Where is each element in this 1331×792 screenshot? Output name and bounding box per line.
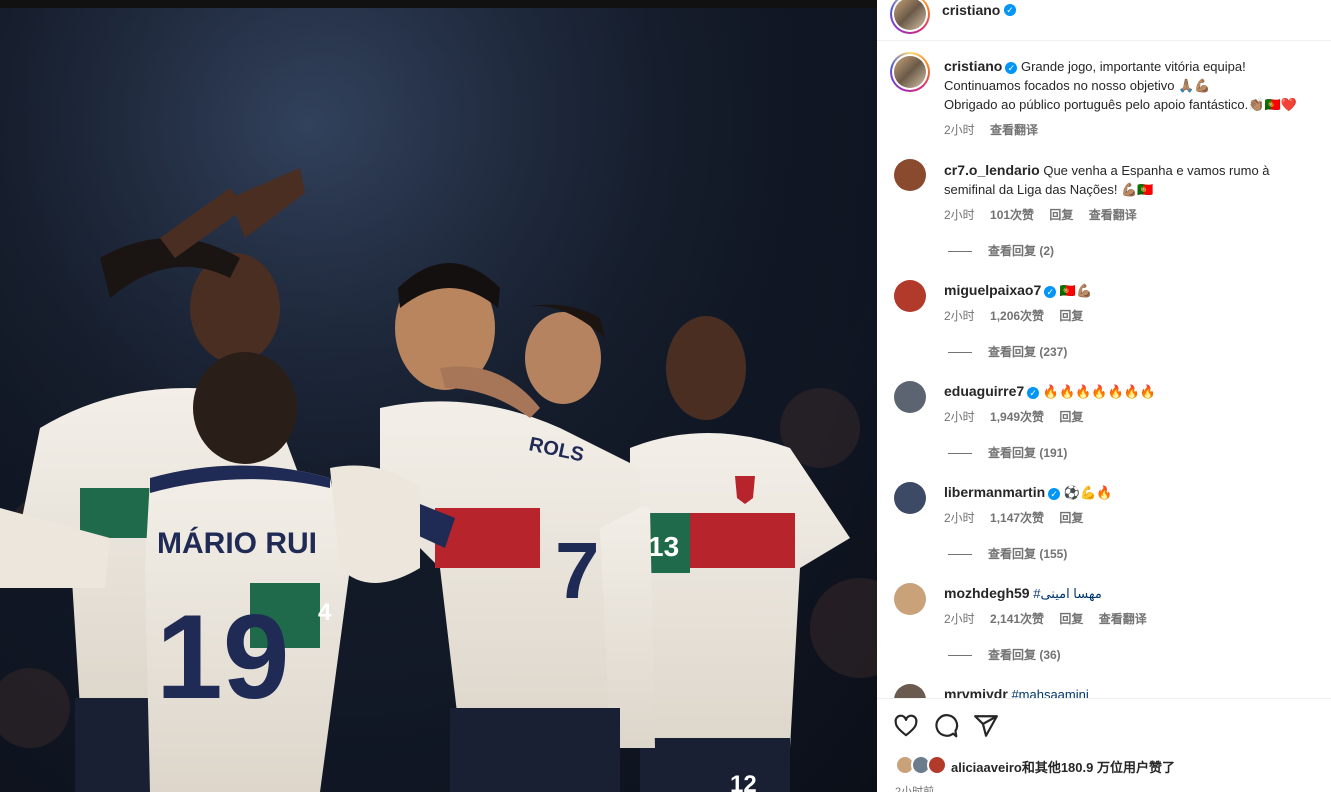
jersey-number-12: 12 [730,771,757,792]
comments-list[interactable]: cristiano ✓ Grande jogo, importante vitór… [877,41,1331,698]
post-photo[interactable]: 13 12 7 ROLS MÁRIO RUI 19 4 [0,8,877,792]
comment-username[interactable]: eduaguirre7 [944,383,1024,399]
comment-username[interactable]: cr7.o_lendario [944,162,1040,178]
post-detail-panel: cristiano ✓ cristiano ✓ Grande jogo, impo… [877,0,1331,792]
comment-text: Que venha a Espanha e vamos rumo à [1043,163,1270,178]
view-replies-button[interactable]: 查看回复 (237) [948,343,1067,360]
commenter-avatar[interactable] [894,159,926,191]
caption-translate-link[interactable]: 查看翻译 [990,123,1038,137]
caption-line-2: Continuamos focados no nosso objetivo 🙏🏽… [944,78,1211,93]
comment-likes[interactable]: 1,949次赞 [990,410,1044,424]
caption-avatar[interactable] [890,52,930,92]
commenter-avatar[interactable] [894,381,926,413]
comment-username[interactable]: mrvmiydr [944,686,1008,698]
top-bar [0,0,877,8]
comment-text: 🇵🇹💪🏽 [1059,283,1093,298]
view-replies-button[interactable]: 查看回复 (36) [948,646,1061,663]
verified-icon: ✓ [1005,62,1018,74]
translate-link[interactable]: 查看翻译 [1099,612,1147,626]
jersey-number-19: 19 [156,590,289,724]
post-header: cristiano ✓ [877,0,1331,41]
view-replies-button[interactable]: 查看回复 (191) [948,444,1067,461]
reply-button[interactable]: 回复 [1059,612,1083,626]
caption-username[interactable]: cristiano [944,58,1002,74]
reply-button[interactable]: 回复 [1059,309,1083,323]
author-avatar[interactable] [890,0,930,34]
reply-button[interactable]: 回复 [1049,208,1073,222]
caption-line-3: Obrigado ao público português pelo apoio… [944,97,1297,112]
reply-button[interactable]: 回复 [1059,511,1083,525]
comment-likes[interactable]: 101次赞 [990,208,1034,222]
comment-username[interactable]: miguelpaixao7 [944,282,1041,298]
comment-text: ⚽💪🔥 [1063,485,1113,500]
comment-time: 2小时 [944,612,975,626]
verified-icon: ✓ [1048,488,1061,500]
players-illustration: 13 12 7 ROLS MÁRIO RUI 19 4 [0,8,877,792]
comment-likes[interactable]: 1,147次赞 [990,511,1044,525]
translate-link[interactable]: 查看翻译 [1089,208,1137,222]
commenter-avatar[interactable] [894,583,926,615]
caption-time: 2小时 [944,123,975,137]
verified-icon: ✓ [1027,387,1040,399]
comment-time: 2小时 [944,511,975,525]
jersey-number-4: 4 [318,599,332,626]
comment-text-line-2: semifinal da Liga das Nações! 💪🏽🇵🇹 [944,182,1154,197]
liked-by-text[interactable]: aliciaaveiro和其他180.9 万位用户赞了 [951,757,1175,776]
comment-likes[interactable]: 1,206次赞 [990,309,1044,323]
comment-text: 🔥🔥🔥🔥🔥🔥🔥 [1042,384,1157,399]
jersey-number-13: 13 [648,531,679,562]
comment-time: 2小时 [944,208,975,222]
comment-username[interactable]: libermanmartin [944,484,1045,500]
liker-avatar[interactable] [927,755,947,775]
verified-icon: ✓ [1044,286,1057,298]
heart-icon[interactable] [893,713,919,739]
header-username[interactable]: cristiano [942,2,1000,18]
commenter-avatar[interactable] [894,280,926,312]
comment-icon[interactable] [933,713,959,739]
comment-username[interactable]: mozhdegh59 [944,585,1030,601]
verified-icon: ✓ [1004,4,1016,16]
commenter-avatar[interactable] [894,482,926,514]
view-replies-button[interactable]: 查看回复 (2) [948,242,1054,259]
comment-hashtag[interactable]: #mahsaamini [1011,687,1088,698]
reply-button[interactable]: 回复 [1059,410,1083,424]
jersey-number-7: 7 [555,526,600,615]
view-replies-button[interactable]: 查看回复 (155) [948,545,1067,562]
comment-time: 2小时 [944,410,975,424]
caption-line-1: Grande jogo, importante vitória equipa! [1020,59,1246,74]
post-actions: aliciaaveiro和其他180.9 万位用户赞了 2小时前 [877,698,1331,792]
commenter-avatar[interactable] [894,684,926,698]
comment-hashtag[interactable]: #مهسا امینی [1033,586,1102,601]
comment-likes[interactable]: 2,141次赞 [990,612,1044,626]
comment-time: 2小时 [944,309,975,323]
send-icon[interactable] [973,713,999,739]
jersey-name-mario-rui: MÁRIO RUI [157,526,317,560]
post-time: 2小时前 [895,786,935,792]
